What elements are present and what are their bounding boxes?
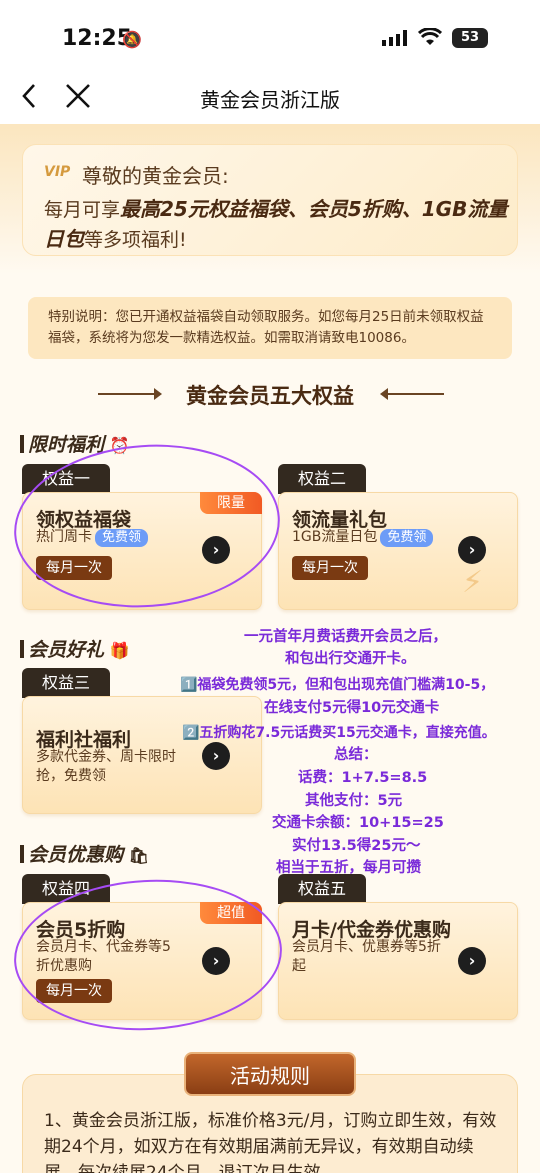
mute-icon: 🔕 xyxy=(122,30,142,49)
title-right-line xyxy=(386,393,444,395)
arrow-right-icon[interactable]: › xyxy=(202,742,230,770)
hero-greeting: 尊敬的黄金会员: xyxy=(82,164,229,188)
annotation-line-5: 2️⃣五折购花7.5元话费买15元交通卡，直接充值。 xyxy=(182,725,496,741)
wifi-icon xyxy=(417,27,443,46)
annotation-line-6: 总结： xyxy=(334,747,378,763)
annotation-line-4: 在线支付5元得10元交通卡 xyxy=(264,700,440,716)
shopping-bag-icon: 🛍 xyxy=(123,846,149,865)
annotation-line-2: 和包出行交通开卡。 xyxy=(285,651,416,667)
category-member-discount: 会员优惠购 🛍 xyxy=(20,840,149,867)
hero-suffix: 等多项福利! xyxy=(84,229,187,251)
category-member-gift: 会员好礼 🎁 xyxy=(20,635,130,662)
arrow-right-icon[interactable]: › xyxy=(458,536,486,564)
page-title: 黄金会员浙江版 xyxy=(200,88,340,112)
gift-icon: 🎁 xyxy=(104,641,130,660)
vip-badge-icon: VIP xyxy=(44,164,71,180)
battery-icon: 53 xyxy=(452,28,488,48)
rules-button[interactable]: 活动规则 xyxy=(184,1052,356,1096)
special-notice: 特别说明：您已开通权益福袋自动领取服务。如您每月25日前未领取权益福袋，系统将为… xyxy=(28,297,512,359)
benefit-2-sub: 1GB流量日包 免费领 xyxy=(292,528,434,547)
signal-icon xyxy=(382,30,410,46)
tab-benefit-2: 权益二 xyxy=(278,464,366,494)
tab-benefit-3: 权益三 xyxy=(22,668,110,698)
hero-line-1: 每月可享最高25元权益福袋、会员5折购、1GB流量 xyxy=(44,194,514,225)
annotation-line-1: 一元首年月费话费开会员之后， xyxy=(244,629,447,645)
rules-text: 1、黄金会员浙江版，标准价格3元/月，订购立即生效，有效期24个月，如双方在有效… xyxy=(44,1111,497,1173)
annotation-line-10: 实付13.5得25元～ xyxy=(292,838,421,854)
benefits-section-title: 黄金会员五大权益 xyxy=(186,384,354,408)
arrow-right-icon[interactable]: › xyxy=(458,947,486,975)
annotation-line-7: 话费：1+7.5=8.5 xyxy=(298,770,428,786)
lightning-icon: ⚡ xyxy=(462,565,484,600)
benefit-2-frequency: 每月一次 xyxy=(292,556,368,580)
benefit-3-sub: 多款代金券、周卡限时抢，免费领 xyxy=(36,749,176,784)
annotation-line-11: 相当于五折，每月可攒 xyxy=(276,860,421,876)
benefit-5-sub: 会员月卡、优惠券等5折起 xyxy=(292,939,441,974)
hero-line-2: 日包等多项福利! xyxy=(44,224,187,255)
annotation-line-9: 交通卡余额：10+15=25 xyxy=(272,815,444,831)
annotation-line-8: 其他支付：5元 xyxy=(305,793,403,809)
annotation-line-3: 1️⃣福袋免费领5元，但和包出现充值门槛满10-5， xyxy=(180,677,495,693)
hero-highlight-2: 日包 xyxy=(44,227,84,251)
hero-prefix: 每月可享 xyxy=(44,199,121,221)
free-pill: 免费领 xyxy=(380,529,434,547)
hero-highlight: 最高25元权益福袋、会员5折购、1GB流量 xyxy=(120,197,508,221)
